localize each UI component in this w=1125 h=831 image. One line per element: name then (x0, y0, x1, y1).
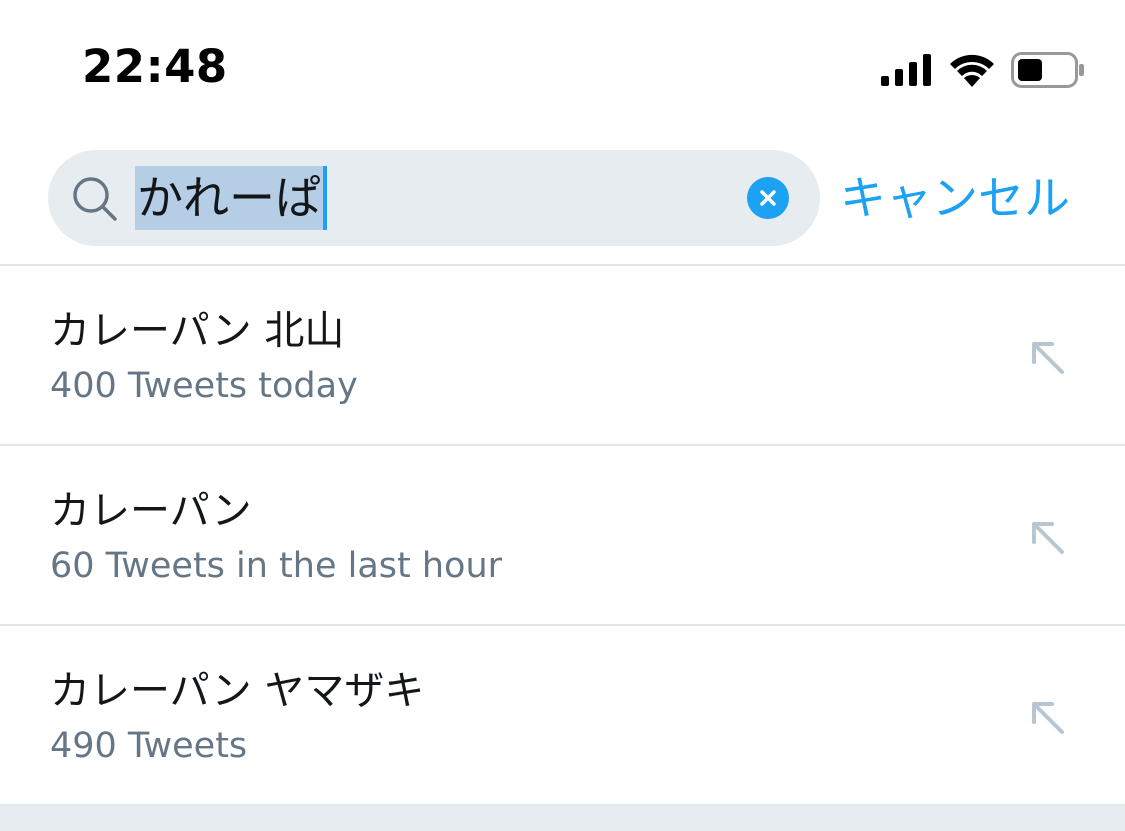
bottom-background (0, 806, 1125, 831)
result-title: カレーパン 北山 (50, 308, 345, 354)
search-screen: 22:48 かれーぱ キャンセル カレーパン 北山 400 Tweets tod… (0, 0, 1125, 831)
result-title: カレーパン ヤマザキ (50, 668, 425, 714)
signal-icon (881, 54, 931, 86)
wifi-icon (950, 54, 994, 87)
clear-icon (760, 190, 776, 206)
result-count: 400 Tweets today (50, 366, 358, 406)
list-item[interactable]: カレーパン 60 Tweets in the last hour (0, 446, 1125, 624)
list-item[interactable]: カレーパン ヤマザキ 490 Tweets (0, 626, 1125, 804)
list-item[interactable]: カレーパン 北山 400 Tweets today (0, 266, 1125, 444)
result-count: 490 Tweets (50, 726, 248, 766)
fill-query-arrow-icon[interactable] (1028, 698, 1068, 738)
cancel-button[interactable]: キャンセル (840, 170, 1070, 226)
search-query-text: かれーぱ (135, 166, 323, 230)
search-row: かれーぱ キャンセル (0, 150, 1125, 246)
result-title: カレーパン (50, 488, 252, 534)
battery-icon (1011, 52, 1084, 88)
fill-query-arrow-icon[interactable] (1028, 518, 1068, 558)
status-icons (881, 50, 1085, 90)
search-icon (73, 177, 117, 221)
search-input[interactable]: かれーぱ (135, 166, 327, 230)
result-count: 60 Tweets in the last hour (50, 546, 503, 586)
fill-query-arrow-icon[interactable] (1028, 338, 1068, 378)
clear-search-button[interactable] (747, 177, 789, 219)
status-bar: 22:48 (0, 0, 1125, 130)
status-time: 22:48 (82, 40, 228, 93)
text-caret (323, 166, 327, 230)
